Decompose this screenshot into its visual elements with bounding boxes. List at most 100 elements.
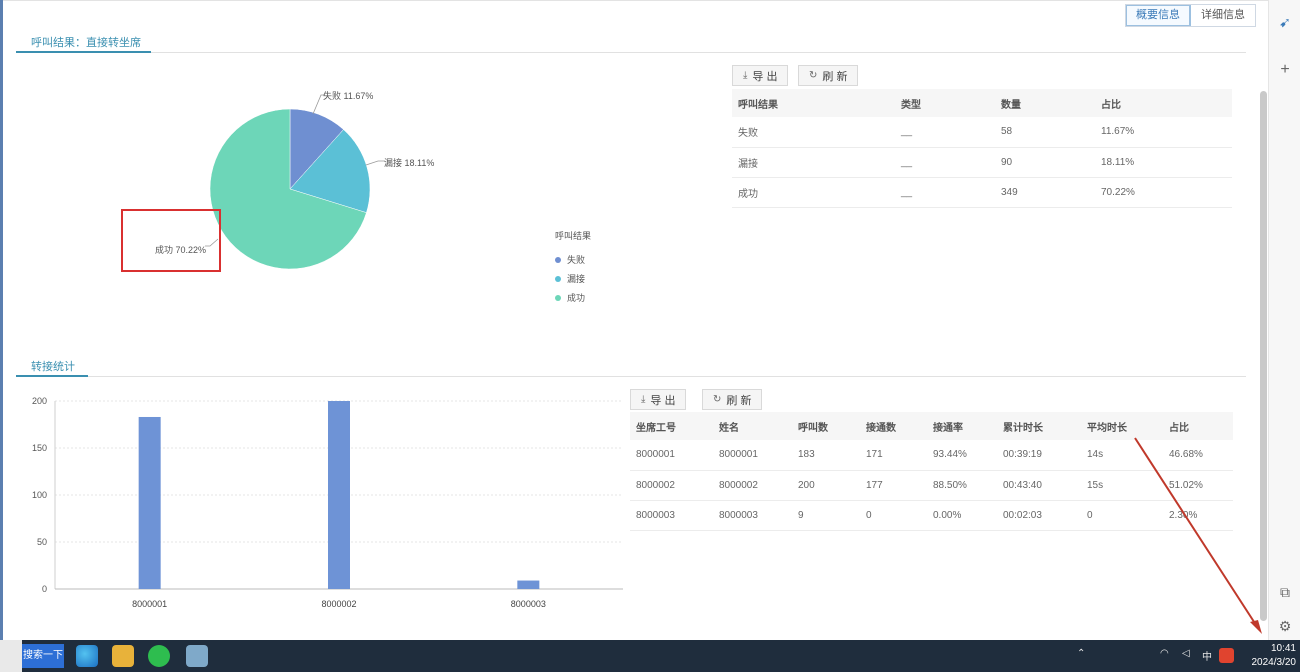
- table-header-row: 坐席工号 姓名 呼叫数 接通数 接通率 累计时长 平均时长 占比: [630, 412, 1233, 440]
- y-tick-label: 150: [32, 443, 47, 453]
- table-row[interactable]: 8000001 8000001 183 171 93.44% 00:39:19 14s 46.…: [630, 440, 1233, 471]
- vertical-scrollbar[interactable]: [1260, 91, 1267, 621]
- refresh-icon: ↻: [809, 70, 818, 81]
- highlight-box: [121, 209, 221, 272]
- cell: 8000003: [713, 500, 792, 531]
- taskbar-clock[interactable]: 10:41 2024/3/20: [1238, 642, 1297, 670]
- ime-icon[interactable]: [1219, 648, 1234, 663]
- bar-8000002[interactable]: [328, 401, 350, 589]
- col-header[interactable]: 类型: [895, 89, 995, 117]
- settings-icon[interactable]: ⚙: [1277, 618, 1293, 634]
- export-button-2[interactable]: ⤓ 导 出: [630, 389, 687, 410]
- taskbar-search-button[interactable]: 搜索一下: [22, 644, 64, 668]
- cell: 171: [860, 440, 927, 471]
- bar-8000003[interactable]: [517, 580, 540, 589]
- col-header[interactable]: 呼叫结果: [732, 89, 895, 117]
- col-header[interactable]: 呼叫数: [792, 412, 860, 440]
- bar-8000001[interactable]: [138, 416, 161, 589]
- cell: 70.22%: [1095, 177, 1232, 208]
- x-tick-label: 8000002: [321, 599, 356, 609]
- file-explorer-icon[interactable]: [112, 645, 134, 667]
- tray-chevron-icon[interactable]: ⌃: [1077, 648, 1085, 659]
- cell: 8000001: [713, 440, 792, 471]
- clock-date: 2024/3/20: [1251, 657, 1297, 668]
- section-divider: [16, 376, 1246, 377]
- col-header[interactable]: 平均时长: [1081, 412, 1163, 440]
- pie-legend: 呼叫结果 失败 漏接 成功: [555, 229, 591, 307]
- table-row[interactable]: 8000003 8000003 9 0 0.00% 00:02:03 0 2.30%: [630, 500, 1233, 531]
- col-header[interactable]: 接通率: [927, 412, 997, 440]
- cell: __: [895, 177, 995, 208]
- col-header[interactable]: 数量: [995, 89, 1095, 117]
- refresh-button-2[interactable]: ↻ 刷 新: [702, 389, 763, 410]
- legend-label: 失败: [567, 255, 586, 265]
- cell: 46.68%: [1163, 440, 1233, 471]
- cell: 0: [1081, 500, 1163, 531]
- clock-time: 10:41: [1270, 643, 1296, 654]
- notepad-icon[interactable]: [186, 645, 208, 667]
- view-toggle: 概要信息 详细信息: [1125, 4, 1256, 27]
- legend-dot-icon: [555, 256, 561, 263]
- input-language[interactable]: 中: [1202, 648, 1212, 663]
- pie-leader-lines: [205, 94, 385, 247]
- cell: 8000002: [630, 470, 713, 501]
- pie-label-missed: 漏接 18.11%: [384, 158, 435, 168]
- plus-icon[interactable]: +: [1277, 62, 1293, 78]
- bird-icon[interactable]: ➹: [1277, 14, 1293, 30]
- refresh-label: 刷 新: [822, 70, 848, 83]
- table-row[interactable]: 失败 __ 58 11.67%: [732, 117, 1232, 148]
- col-header[interactable]: 接通数: [860, 412, 927, 440]
- cell: 2.30%: [1163, 500, 1233, 531]
- cell: 349: [995, 177, 1095, 208]
- refresh-label: 刷 新: [726, 394, 752, 407]
- cell: __: [895, 147, 995, 178]
- table-row[interactable]: 8000002 8000002 200 177 88.50% 00:43:40 15s 51.…: [630, 470, 1233, 501]
- cell: 00:39:19: [997, 440, 1081, 471]
- col-header[interactable]: 占比: [1095, 89, 1232, 117]
- table-header-row: 呼叫结果 类型 数量 占比: [732, 89, 1232, 117]
- wifi-icon[interactable]: ◠: [1160, 648, 1169, 659]
- cell: 90: [995, 147, 1095, 178]
- cell: 0: [860, 500, 927, 531]
- edge-browser-icon[interactable]: [76, 645, 98, 667]
- tab-detail[interactable]: 详细信息: [1191, 5, 1255, 26]
- col-header[interactable]: 坐席工号: [630, 412, 713, 440]
- export-label: 导 出: [650, 394, 676, 407]
- cell: 9: [792, 500, 860, 531]
- legend-item-fail[interactable]: 失败: [555, 250, 591, 269]
- col-header[interactable]: 姓名: [713, 412, 792, 440]
- y-tick-label: 200: [32, 396, 47, 406]
- wechat-icon[interactable]: [148, 645, 170, 667]
- legend-label: 漏接: [567, 274, 586, 284]
- legend-label: 成功: [567, 293, 586, 303]
- cell: 11.67%: [1095, 117, 1232, 148]
- table-row[interactable]: 漏接 __ 90 18.11%: [732, 147, 1232, 178]
- col-header[interactable]: 占比: [1163, 412, 1233, 440]
- cell: 58: [995, 117, 1095, 148]
- legend-item-missed[interactable]: 漏接: [555, 269, 591, 288]
- screen: 概要信息 详细信息 呼叫结果：直接转坐席 失败 11.67% 漏接 18.11%…: [0, 0, 1300, 672]
- table-row[interactable]: 成功 __ 349 70.22%: [732, 177, 1232, 208]
- feedback-icon[interactable]: ⧉: [1277, 584, 1293, 600]
- call-result-table: 呼叫结果 类型 数量 占比 失败 __ 58 11.67% 漏接 __ 90 1: [732, 89, 1232, 208]
- cell: 183: [792, 440, 860, 471]
- cell: 18.11%: [1095, 147, 1232, 178]
- cell: 177: [860, 470, 927, 501]
- tab-summary[interactable]: 概要信息: [1126, 5, 1191, 26]
- refresh-button[interactable]: ↻ 刷 新: [798, 65, 859, 86]
- cell: 8000001: [630, 440, 713, 471]
- cell: 漏接: [732, 147, 895, 178]
- export-button[interactable]: ⤓ 导 出: [732, 65, 789, 86]
- pie-label-fail: 失败 11.67%: [323, 91, 374, 101]
- col-header[interactable]: 累计时长: [997, 412, 1081, 440]
- legend-item-success[interactable]: 成功: [555, 288, 591, 307]
- start-button[interactable]: [0, 640, 22, 672]
- cell: __: [895, 117, 995, 148]
- cell: 成功: [732, 177, 895, 208]
- volume-icon[interactable]: ◁: [1182, 648, 1190, 659]
- y-tick-label: 100: [32, 490, 47, 500]
- report-page: 概要信息 详细信息 呼叫结果：直接转坐席 失败 11.67% 漏接 18.11%…: [3, 0, 1268, 640]
- y-tick-label: 0: [42, 584, 47, 594]
- cell: 51.02%: [1163, 470, 1233, 501]
- cell: 00:02:03: [997, 500, 1081, 531]
